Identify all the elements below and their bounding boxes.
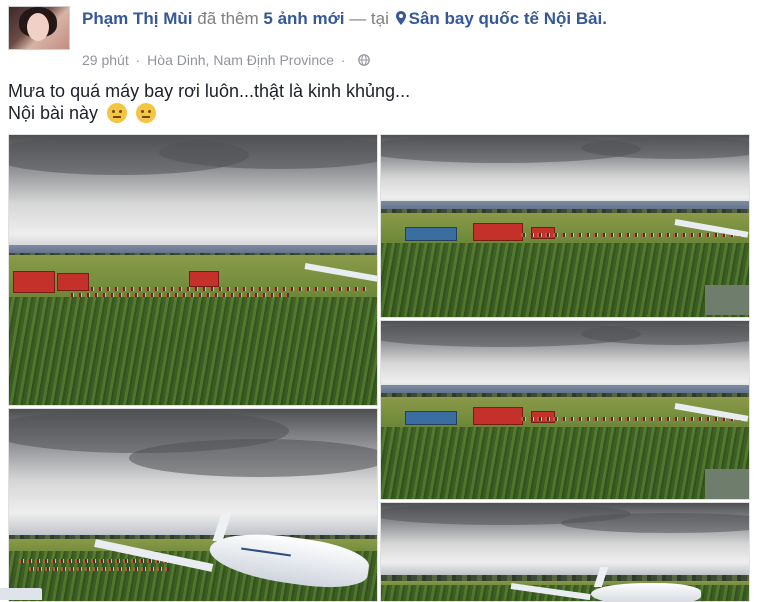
author-name-link[interactable]: Phạm Thị Mùi xyxy=(82,9,193,28)
status-line-2-text: Nội bài này xyxy=(8,103,99,123)
confused-face-icon xyxy=(107,103,128,123)
meta-separator: · xyxy=(135,52,141,68)
post-place-link[interactable]: Hòa Dinh, Nam Định Province xyxy=(147,52,334,68)
post-meta: 29 phút · Hòa Dinh, Nam Định Province · xyxy=(82,52,371,68)
post-time-link[interactable]: 29 phút xyxy=(82,52,129,68)
author-avatar[interactable] xyxy=(8,6,70,50)
status-line-2: Nội bài này xyxy=(8,102,708,124)
post-headline: Phạm Thị Mùi đã thêm 5 ảnh mới — tại Sân… xyxy=(82,8,762,30)
post-photo-1[interactable] xyxy=(8,134,378,406)
post-header: Phạm Thị Mùi đã thêm 5 ảnh mới — tại Sân… xyxy=(8,6,764,70)
post-photo-3[interactable] xyxy=(380,320,750,500)
post-photo-4[interactable] xyxy=(8,408,378,602)
map-pin-icon xyxy=(395,11,406,25)
location-separator: — tại xyxy=(349,9,389,28)
action-text: đã thêm xyxy=(197,9,259,28)
confused-face-icon xyxy=(136,103,157,123)
location-link[interactable]: Sân bay quốc tế Nội Bài. xyxy=(409,9,607,28)
status-line-1: Mưa to quá máy bay rơi luôn...thật là ki… xyxy=(8,81,411,101)
post-status-text: Mưa to quá máy bay rơi luôn...thật là ki… xyxy=(8,80,708,124)
globe-icon[interactable] xyxy=(358,54,371,66)
meta-separator-2: · xyxy=(340,52,346,68)
post-photo-5[interactable] xyxy=(380,502,750,602)
photo-count-link[interactable]: 5 ảnh mới xyxy=(263,9,344,28)
corner-thumbnail xyxy=(0,588,42,600)
post-photo-2[interactable] xyxy=(380,134,750,318)
